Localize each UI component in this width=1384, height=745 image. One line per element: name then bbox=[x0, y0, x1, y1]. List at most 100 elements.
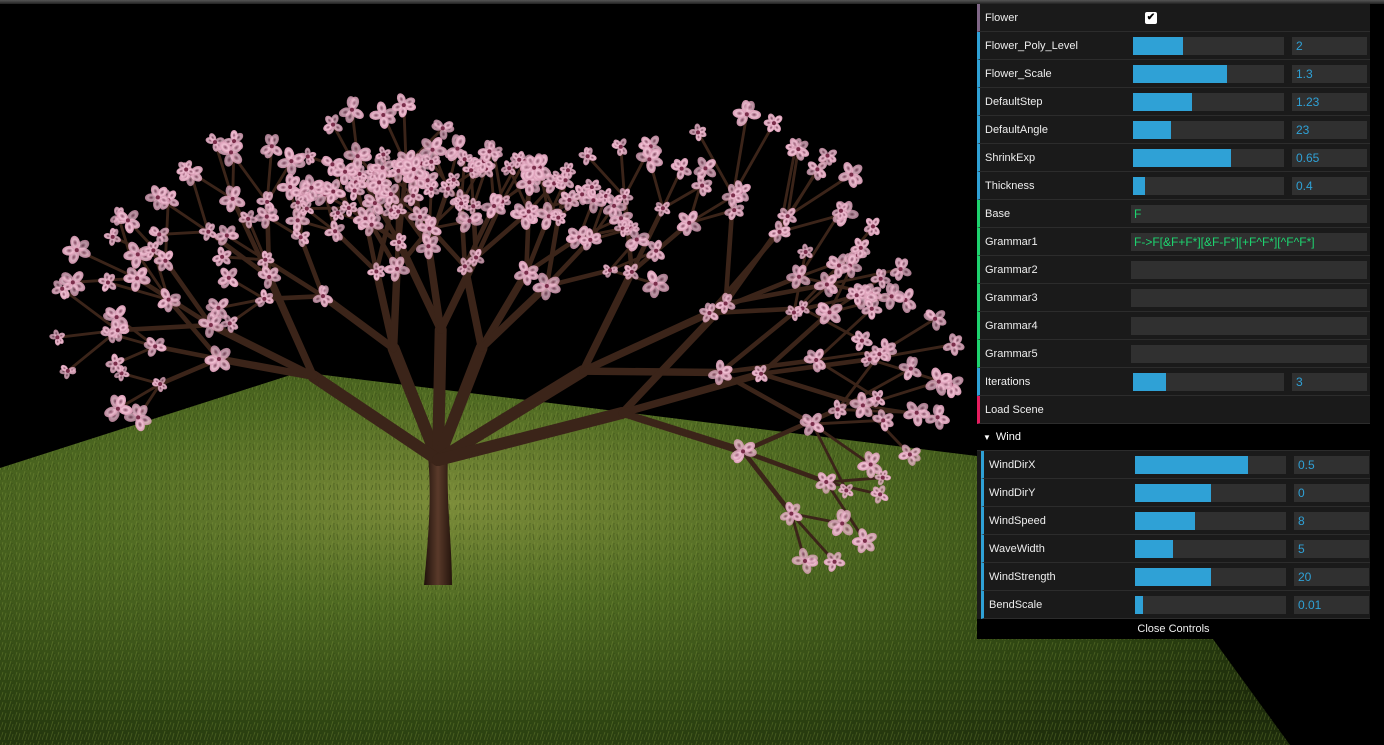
winddiry-value[interactable]: 0 bbox=[1294, 484, 1369, 502]
flower-poly-level-value[interactable]: 2 bbox=[1292, 37, 1367, 55]
base-label: Base bbox=[985, 208, 1011, 220]
blossom bbox=[323, 114, 343, 135]
winddirx-slider[interactable] bbox=[1135, 456, 1286, 474]
blossom bbox=[219, 185, 246, 213]
blossom bbox=[763, 113, 783, 133]
iterations-value[interactable]: 3 bbox=[1292, 373, 1367, 391]
windstrength-slider[interactable] bbox=[1135, 568, 1286, 586]
tree-branch bbox=[163, 258, 214, 328]
tree-branch bbox=[473, 213, 527, 260]
tree-branch bbox=[461, 262, 486, 352]
wind-folder-title: Wind bbox=[995, 431, 1021, 443]
grammar2-input[interactable] bbox=[1131, 261, 1367, 279]
blossom bbox=[670, 157, 692, 180]
blossom bbox=[851, 330, 873, 352]
tree-branch bbox=[115, 322, 214, 333]
winddirx-value[interactable]: 0.5 bbox=[1294, 456, 1369, 474]
thickness-slider[interactable] bbox=[1133, 177, 1284, 195]
winddiry-row[interactable]: WindDirY 0 bbox=[981, 479, 1370, 507]
defaultstep-row[interactable]: DefaultStep 1.23 bbox=[977, 88, 1370, 116]
wind-folder: WindDirX 0.5 WindDirY 0 WindSpeed 8 WaveWidth 5… bbox=[977, 451, 1370, 619]
defaultstep-value[interactable]: 1.23 bbox=[1292, 93, 1367, 111]
grammar1-input[interactable]: F->F[&F+F*][&F-F*][+F^F*][^F^F*] bbox=[1131, 233, 1367, 251]
grammar3-row[interactable]: Grammar3 bbox=[977, 284, 1370, 312]
blossom bbox=[732, 100, 762, 127]
tree-branch bbox=[579, 367, 725, 377]
flower-poly-level-slider[interactable] bbox=[1133, 37, 1284, 55]
blossom bbox=[838, 162, 863, 188]
windspeed-row[interactable]: WindSpeed 8 bbox=[981, 507, 1370, 535]
bendscale-value[interactable]: 0.01 bbox=[1294, 596, 1369, 614]
blossom bbox=[898, 356, 922, 381]
load-scene-button[interactable]: Load Scene bbox=[977, 396, 1370, 424]
grammar4-row[interactable]: Grammar4 bbox=[977, 312, 1370, 340]
blossom bbox=[98, 272, 117, 292]
flower-scale-label: Flower_Scale bbox=[985, 68, 1052, 80]
blossom bbox=[49, 329, 66, 346]
blossom bbox=[923, 309, 947, 331]
flower-toggle-row[interactable]: Flower ✔ bbox=[977, 4, 1370, 32]
blossom bbox=[151, 376, 168, 393]
winddirx-row[interactable]: WindDirX 0.5 bbox=[981, 451, 1370, 479]
grammar5-input[interactable] bbox=[1131, 345, 1367, 363]
flower-poly-level-label: Flower_Poly_Level bbox=[985, 40, 1078, 52]
defaultangle-slider[interactable] bbox=[1133, 121, 1284, 139]
defaultangle-row[interactable]: DefaultAngle 23 bbox=[977, 116, 1370, 144]
bendscale-row[interactable]: BendScale 0.01 bbox=[981, 591, 1370, 619]
grammar4-input[interactable] bbox=[1131, 317, 1367, 335]
wavewidth-slider[interactable] bbox=[1135, 540, 1286, 558]
windstrength-label: WindStrength bbox=[989, 571, 1056, 583]
windstrength-value[interactable]: 20 bbox=[1294, 568, 1369, 586]
iterations-row[interactable]: Iterations 3 bbox=[977, 368, 1370, 396]
base-row[interactable]: Base F bbox=[977, 200, 1370, 228]
blossom bbox=[62, 235, 91, 264]
grammar5-row[interactable]: Grammar5 bbox=[977, 340, 1370, 368]
shrinkexp-label: ShrinkExp bbox=[985, 152, 1036, 164]
grammar5-label: Grammar5 bbox=[985, 348, 1038, 360]
blossom bbox=[338, 96, 364, 124]
wavewidth-label: WaveWidth bbox=[989, 543, 1045, 555]
blossom bbox=[903, 401, 931, 427]
defaultangle-value[interactable]: 23 bbox=[1292, 121, 1367, 139]
wind-folder-header[interactable]: ▼ Wind bbox=[977, 424, 1370, 451]
windstrength-row[interactable]: WindStrength 20 bbox=[981, 563, 1370, 591]
blossom bbox=[942, 333, 965, 356]
thickness-label: Thickness bbox=[985, 180, 1035, 192]
shrinkexp-slider[interactable] bbox=[1133, 149, 1284, 167]
tree-branch bbox=[811, 418, 885, 426]
close-controls-button[interactable]: Close Controls bbox=[977, 619, 1370, 639]
blossom bbox=[642, 270, 670, 299]
windspeed-label: WindSpeed bbox=[989, 515, 1046, 527]
winddiry-slider[interactable] bbox=[1135, 484, 1286, 502]
base-input[interactable]: F bbox=[1131, 205, 1367, 223]
windspeed-slider[interactable] bbox=[1135, 512, 1286, 530]
grammar1-row[interactable]: Grammar1 F->F[&F+F*][&F-F*][+F^F*][^F^F*] bbox=[977, 228, 1370, 256]
grammar4-label: Grammar4 bbox=[985, 320, 1038, 332]
defaultstep-slider[interactable] bbox=[1133, 93, 1284, 111]
flower-scale-row[interactable]: Flower_Scale 1.3 bbox=[977, 60, 1370, 88]
triangle-down-icon: ▼ bbox=[983, 433, 991, 442]
shrinkexp-value[interactable]: 0.65 bbox=[1292, 149, 1367, 167]
grammar1-label: Grammar1 bbox=[985, 236, 1038, 248]
flower-scale-value[interactable]: 1.3 bbox=[1292, 65, 1367, 83]
flower-scale-slider[interactable] bbox=[1133, 65, 1284, 83]
shrinkexp-row[interactable]: ShrinkExp 0.65 bbox=[977, 144, 1370, 172]
flower-checkbox[interactable]: ✔ bbox=[1145, 12, 1157, 24]
grammar2-label: Grammar2 bbox=[985, 264, 1038, 276]
wavewidth-row[interactable]: WaveWidth 5 bbox=[981, 535, 1370, 563]
grammar3-input[interactable] bbox=[1131, 289, 1367, 307]
grammar2-row[interactable]: Grammar2 bbox=[977, 256, 1370, 284]
windspeed-value[interactable]: 8 bbox=[1294, 512, 1369, 530]
wavewidth-value[interactable]: 5 bbox=[1294, 540, 1369, 558]
defaultstep-label: DefaultStep bbox=[985, 96, 1043, 108]
blossom bbox=[217, 267, 239, 289]
bendscale-slider[interactable] bbox=[1135, 596, 1286, 614]
thickness-value[interactable]: 0.4 bbox=[1292, 177, 1367, 195]
winddiry-label: WindDirY bbox=[989, 487, 1036, 499]
flower-poly-level-row[interactable]: Flower_Poly_Level 2 bbox=[977, 32, 1370, 60]
iterations-slider[interactable] bbox=[1133, 373, 1284, 391]
thickness-row[interactable]: Thickness 0.4 bbox=[977, 172, 1370, 200]
bendscale-label: BendScale bbox=[989, 599, 1043, 611]
controls-panel: Flower ✔ Flower_Poly_Level 2 Flower_Scale 1… bbox=[977, 4, 1370, 639]
grammar3-label: Grammar3 bbox=[985, 292, 1038, 304]
